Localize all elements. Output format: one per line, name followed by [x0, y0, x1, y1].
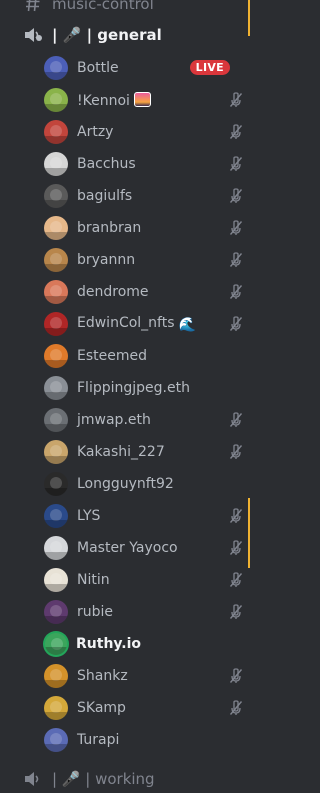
voice-member[interactable]: Nitin	[44, 564, 244, 596]
member-name: bryannn	[77, 252, 136, 268]
muted-mic-icon	[228, 668, 244, 684]
muted-mic-icon	[228, 156, 244, 172]
channel-music-control[interactable]: music-control	[0, 0, 259, 18]
member-name: SKamp	[77, 700, 126, 716]
muted-mic-icon	[228, 124, 244, 140]
avatar	[44, 536, 68, 560]
voice-speaker-icon	[22, 26, 44, 44]
avatar	[44, 376, 68, 400]
voice-member[interactable]: rubie	[44, 596, 244, 628]
channel-working[interactable]: | 🎤 | working	[0, 765, 259, 793]
member-name: Kakashi_227	[77, 444, 165, 460]
avatar	[44, 184, 68, 208]
member-name: Esteemed	[77, 348, 147, 364]
member-name: Turapi	[77, 732, 120, 748]
avatar	[44, 600, 68, 624]
member-name: bagiulfs	[77, 188, 133, 204]
voice-member[interactable]: Master Yayoco	[44, 532, 244, 564]
channel-general[interactable]: | 🎤 | general	[0, 21, 259, 49]
avatar	[44, 664, 68, 688]
voice-member[interactable]: Kakashi_227	[44, 436, 244, 468]
live-badge: LIVE	[189, 60, 230, 75]
channel-name: | 🎤 | general	[52, 26, 162, 44]
member-name: EdwinCol_nfts 🌊	[77, 315, 196, 333]
channel-name: music-control	[52, 0, 154, 13]
avatar	[44, 120, 68, 144]
muted-mic-icon	[228, 188, 244, 204]
member-name: dendrome	[77, 284, 149, 300]
muted-mic-icon	[228, 572, 244, 588]
member-name: Artzy	[77, 124, 114, 140]
voice-member[interactable]: Artzy	[44, 116, 244, 148]
voice-member[interactable]: Bacchus	[44, 148, 244, 180]
member-name: Longguynft92	[77, 476, 174, 492]
member-name: !Kennoi	[77, 91, 151, 109]
voice-member[interactable]: Bottle LIVE	[44, 52, 244, 84]
member-name: jmwap.eth	[77, 412, 151, 428]
avatar	[44, 312, 68, 336]
avatar	[44, 568, 68, 592]
voice-member[interactable]: Flippingjpeg.eth	[44, 372, 244, 404]
wave-emoji-icon: 🌊	[178, 317, 196, 333]
muted-mic-icon	[228, 316, 244, 332]
avatar	[44, 56, 68, 80]
muted-mic-icon	[228, 508, 244, 524]
avatar	[44, 472, 68, 496]
muted-mic-icon	[228, 92, 244, 108]
member-name: Ruthy.io	[76, 636, 141, 652]
voice-member[interactable]: bryannn	[44, 244, 244, 276]
voice-member[interactable]: Longguynft92	[44, 468, 244, 500]
scrollbar-marker	[248, 498, 250, 568]
avatar	[44, 504, 68, 528]
member-name: Shankz	[77, 668, 128, 684]
voice-member[interactable]: dendrome	[44, 276, 244, 308]
voice-speaker-icon	[22, 770, 44, 788]
member-name: rubie	[77, 604, 114, 620]
voice-member[interactable]: branbran	[44, 212, 244, 244]
muted-mic-icon	[228, 540, 244, 556]
sunset-emoji-icon	[133, 91, 151, 107]
avatar	[44, 216, 68, 240]
voice-member[interactable]: Esteemed	[44, 340, 244, 372]
avatar	[44, 152, 68, 176]
voice-member[interactable]: Turapi	[44, 724, 244, 756]
avatar	[44, 248, 68, 272]
avatar	[44, 728, 68, 752]
avatar	[45, 633, 67, 655]
voice-member[interactable]: !Kennoi	[44, 84, 244, 116]
avatar	[44, 280, 68, 304]
member-name: Bacchus	[77, 156, 136, 172]
muted-mic-icon	[228, 284, 244, 300]
member-name: Bottle	[77, 60, 119, 76]
channel-name: | 🎤 | working	[52, 770, 155, 788]
hashtag-threads-icon	[22, 0, 44, 12]
avatar	[44, 408, 68, 432]
avatar	[44, 88, 68, 112]
muted-mic-icon	[228, 220, 244, 236]
voice-member[interactable]: Ruthy.io	[44, 628, 244, 660]
muted-mic-icon	[228, 412, 244, 428]
voice-member[interactable]: bagiulfs	[44, 180, 244, 212]
avatar	[44, 696, 68, 720]
member-name: Flippingjpeg.eth	[77, 380, 190, 396]
avatar	[44, 344, 68, 368]
voice-member[interactable]: LYS	[44, 500, 244, 532]
voice-member[interactable]: Shankz	[44, 660, 244, 692]
member-name: LYS	[77, 508, 101, 524]
member-name: branbran	[77, 220, 142, 236]
voice-member[interactable]: EdwinCol_nfts 🌊	[44, 308, 244, 340]
voice-member[interactable]: SKamp	[44, 692, 244, 724]
muted-mic-icon	[228, 252, 244, 268]
muted-mic-icon	[228, 700, 244, 716]
muted-mic-icon	[228, 444, 244, 460]
muted-mic-icon	[228, 604, 244, 620]
avatar	[44, 440, 68, 464]
voice-member[interactable]: jmwap.eth	[44, 404, 244, 436]
member-name: Master Yayoco	[77, 540, 178, 556]
member-name: Nitin	[77, 572, 110, 588]
